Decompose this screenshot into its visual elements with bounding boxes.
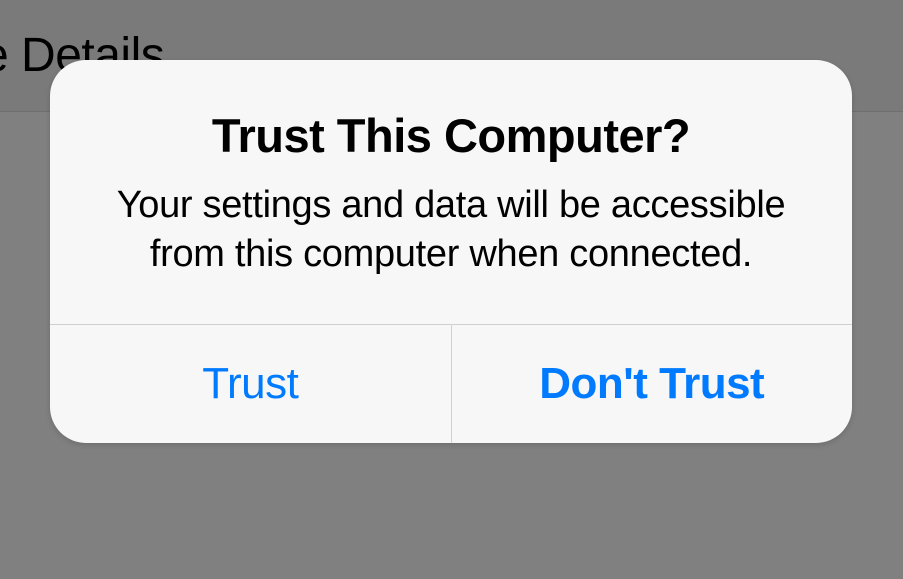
dont-trust-button[interactable]: Don't Trust	[452, 325, 853, 443]
dialog-content: Trust This Computer? Your settings and d…	[50, 60, 852, 324]
trust-button[interactable]: Trust	[50, 325, 452, 443]
trust-dialog: Trust This Computer? Your settings and d…	[50, 60, 852, 443]
dialog-message: Your settings and data will be accessibl…	[110, 181, 792, 280]
dialog-title: Trust This Computer?	[110, 108, 792, 163]
dialog-button-row: Trust Don't Trust	[50, 324, 852, 443]
